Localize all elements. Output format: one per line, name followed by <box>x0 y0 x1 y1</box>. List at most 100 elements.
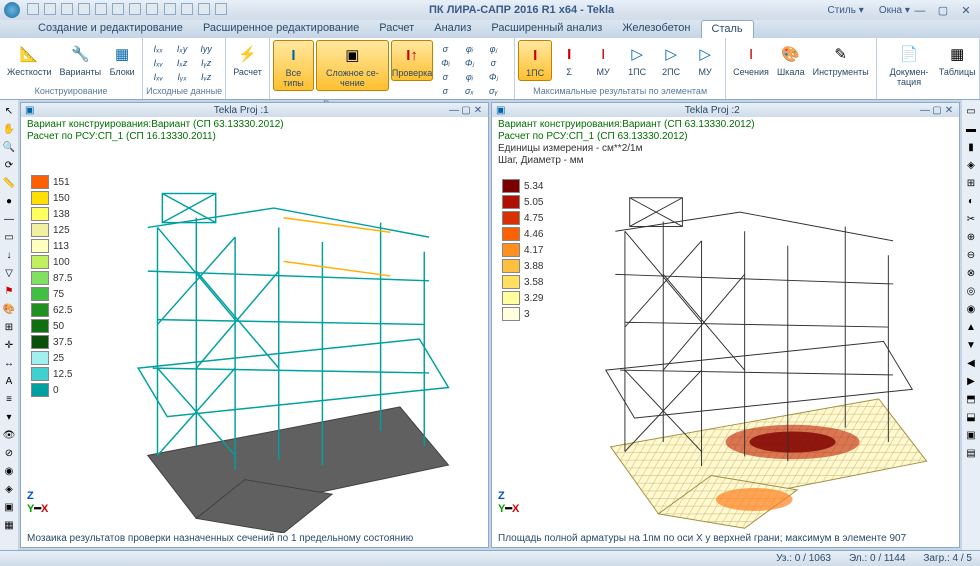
qat-paste-icon[interactable] <box>164 3 176 15</box>
tab-create-edit[interactable]: Создание и редактирование <box>28 20 193 38</box>
qat-print-icon[interactable] <box>112 3 124 15</box>
tool-support-icon[interactable]: ▽ <box>2 266 16 280</box>
tool-grid-icon[interactable]: ⊞ <box>2 320 16 334</box>
tab-analysis[interactable]: Анализ <box>424 20 481 38</box>
tool-axis-icon[interactable]: ✛ <box>2 338 16 352</box>
tool-front-icon[interactable]: ▣ <box>2 500 16 514</box>
blocks-button[interactable]: ▦Блоки <box>105 40 139 79</box>
tool-dim-icon[interactable]: ↔ <box>2 356 16 370</box>
view-close-icon[interactable]: ✕ <box>943 105 955 116</box>
minimize-icon[interactable]: — <box>910 5 930 17</box>
rtool-14-icon[interactable]: ▼ <box>964 338 978 352</box>
view-right-icon[interactable]: ▣ <box>496 105 505 116</box>
tool-select-icon[interactable]: ↖ <box>2 104 16 118</box>
1ps-button[interactable]: I1ПС <box>518 40 552 81</box>
view-left: ▣ Tekla Proj :1 —▢✕ Вариант конструирова… <box>20 102 489 548</box>
rtool-10-icon[interactable]: ⊗ <box>964 266 978 280</box>
tool-view-icon[interactable]: 👁 <box>2 428 16 442</box>
complex-section-button[interactable]: ▣Сложное се-чение <box>316 40 389 91</box>
view-max-icon[interactable]: ▢ <box>931 105 943 116</box>
rtool-3-icon[interactable]: ▮ <box>964 140 978 154</box>
variants-button[interactable]: 🔧Варианты <box>56 40 106 79</box>
rtool-8-icon[interactable]: ⊕ <box>964 230 978 244</box>
tool-filter-icon[interactable]: ▾ <box>2 410 16 424</box>
view-min-icon[interactable]: — <box>448 105 460 116</box>
view-min-icon[interactable]: — <box>919 105 931 116</box>
rtool-20-icon[interactable]: ▤ <box>964 446 978 460</box>
qat-undo-icon[interactable] <box>78 3 90 15</box>
mu2-button[interactable]: ▷МУ <box>688 40 722 79</box>
rtool-12-icon[interactable]: ◉ <box>964 302 978 316</box>
tool-node-icon[interactable]: ● <box>2 194 16 208</box>
tool-hide-icon[interactable]: ⊘ <box>2 446 16 460</box>
tool-load-icon[interactable]: ↓ <box>2 248 16 262</box>
close-icon[interactable]: ✕ <box>956 4 976 17</box>
tool-rotate-icon[interactable]: ⟳ <box>2 158 16 172</box>
calc-button[interactable]: ⚡Расчет <box>229 40 266 79</box>
tool-zoom-icon[interactable]: 🔍 <box>2 140 16 154</box>
rtool-13-icon[interactable]: ▲ <box>964 320 978 334</box>
tab-calc[interactable]: Расчет <box>369 20 424 38</box>
qat-new-icon[interactable] <box>27 3 39 15</box>
rtool-17-icon[interactable]: ⬒ <box>964 392 978 406</box>
tool-top-icon[interactable]: ▦ <box>2 518 16 532</box>
qat-redo-icon[interactable] <box>95 3 107 15</box>
rtool-19-icon[interactable]: ▣ <box>964 428 978 442</box>
qat-open-icon[interactable] <box>44 3 56 15</box>
view-right-body[interactable]: 5.345.054.754.464.173.883.583.293 <box>492 169 959 533</box>
tool-iso-icon[interactable]: ◈ <box>2 482 16 496</box>
qat-zoom-icon[interactable] <box>198 3 210 15</box>
view-close-icon[interactable]: ✕ <box>472 105 484 116</box>
sections-button[interactable]: IСечения <box>729 40 773 79</box>
2ps-button[interactable]: ▷2ПС <box>654 40 688 79</box>
tab-concrete[interactable]: Железобетон <box>612 20 700 38</box>
stiffness-button[interactable]: 📐Жесткости <box>3 40 56 79</box>
app-logo-icon[interactable] <box>4 2 20 18</box>
view-left-tab: Tekla Proj :1 <box>34 105 448 116</box>
docs-button[interactable]: 📄Докумен-тация <box>880 40 939 89</box>
view-left-body[interactable]: 15115013812511310087.57562.55037.52512.5… <box>21 145 488 533</box>
tool-plate-icon[interactable]: ▭ <box>2 230 16 244</box>
view-left-icon[interactable]: ▣ <box>25 105 34 116</box>
rtool-11-icon[interactable]: ◎ <box>964 284 978 298</box>
tab-ext-analysis[interactable]: Расширенный анализ <box>481 20 612 38</box>
rtool-18-icon[interactable]: ⬓ <box>964 410 978 424</box>
qat-find-icon[interactable] <box>181 3 193 15</box>
all-types-button[interactable]: IВсе типы <box>273 40 314 91</box>
rtool-7-icon[interactable]: ✂ <box>964 212 978 226</box>
rtool-9-icon[interactable]: ⊖ <box>964 248 978 262</box>
mu1-button[interactable]: IМУ <box>586 40 620 79</box>
rtool-5-icon[interactable]: ⊞ <box>964 176 978 190</box>
title-right-controls: Стиль ▾ Окна ▾ <box>816 4 910 16</box>
tool-measure-icon[interactable]: 📏 <box>2 176 16 190</box>
tool-text-icon[interactable]: A <box>2 374 16 388</box>
tab-steel[interactable]: Сталь <box>701 20 754 38</box>
qat-flag-icon[interactable] <box>215 3 227 15</box>
tool-bar-icon[interactable]: — <box>2 212 16 226</box>
scale-button[interactable]: 🎨Шкала <box>773 40 809 79</box>
rtool-4-icon[interactable]: ◈ <box>964 158 978 172</box>
tool-layer-icon[interactable]: ≡ <box>2 392 16 406</box>
style-dropdown[interactable]: Стиль ▾ <box>822 5 864 16</box>
instruments-button[interactable]: ✎Инструменты <box>809 40 873 79</box>
qat-save-icon[interactable] <box>61 3 73 15</box>
tool-show-icon[interactable]: ◉ <box>2 464 16 478</box>
windows-dropdown[interactable]: Окна ▾ <box>873 5 910 16</box>
sigma-button[interactable]: IΣ <box>552 40 586 79</box>
rtool-1-icon[interactable]: ▭ <box>964 104 978 118</box>
tool-color-icon[interactable]: 🎨 <box>2 302 16 316</box>
qat-copy-icon[interactable] <box>146 3 158 15</box>
tool-pan-icon[interactable]: ✋ <box>2 122 16 136</box>
rtool-2-icon[interactable]: ▬ <box>964 122 978 136</box>
tables-button[interactable]: ▦Таблицы <box>938 40 976 79</box>
tab-ext-edit[interactable]: Расширенное редактирование <box>193 20 369 38</box>
tool-flag-icon[interactable]: ⚑ <box>2 284 16 298</box>
view-max-icon[interactable]: ▢ <box>460 105 472 116</box>
1ps2-button[interactable]: ▷1ПС <box>620 40 654 79</box>
rtool-15-icon[interactable]: ◀ <box>964 356 978 370</box>
qat-cut-icon[interactable] <box>129 3 141 15</box>
check-button[interactable]: I↑Проверка <box>391 40 434 81</box>
maximize-icon[interactable]: ▢ <box>933 4 953 17</box>
rtool-6-icon[interactable]: ◐ <box>964 194 978 208</box>
rtool-16-icon[interactable]: ▶ <box>964 374 978 388</box>
